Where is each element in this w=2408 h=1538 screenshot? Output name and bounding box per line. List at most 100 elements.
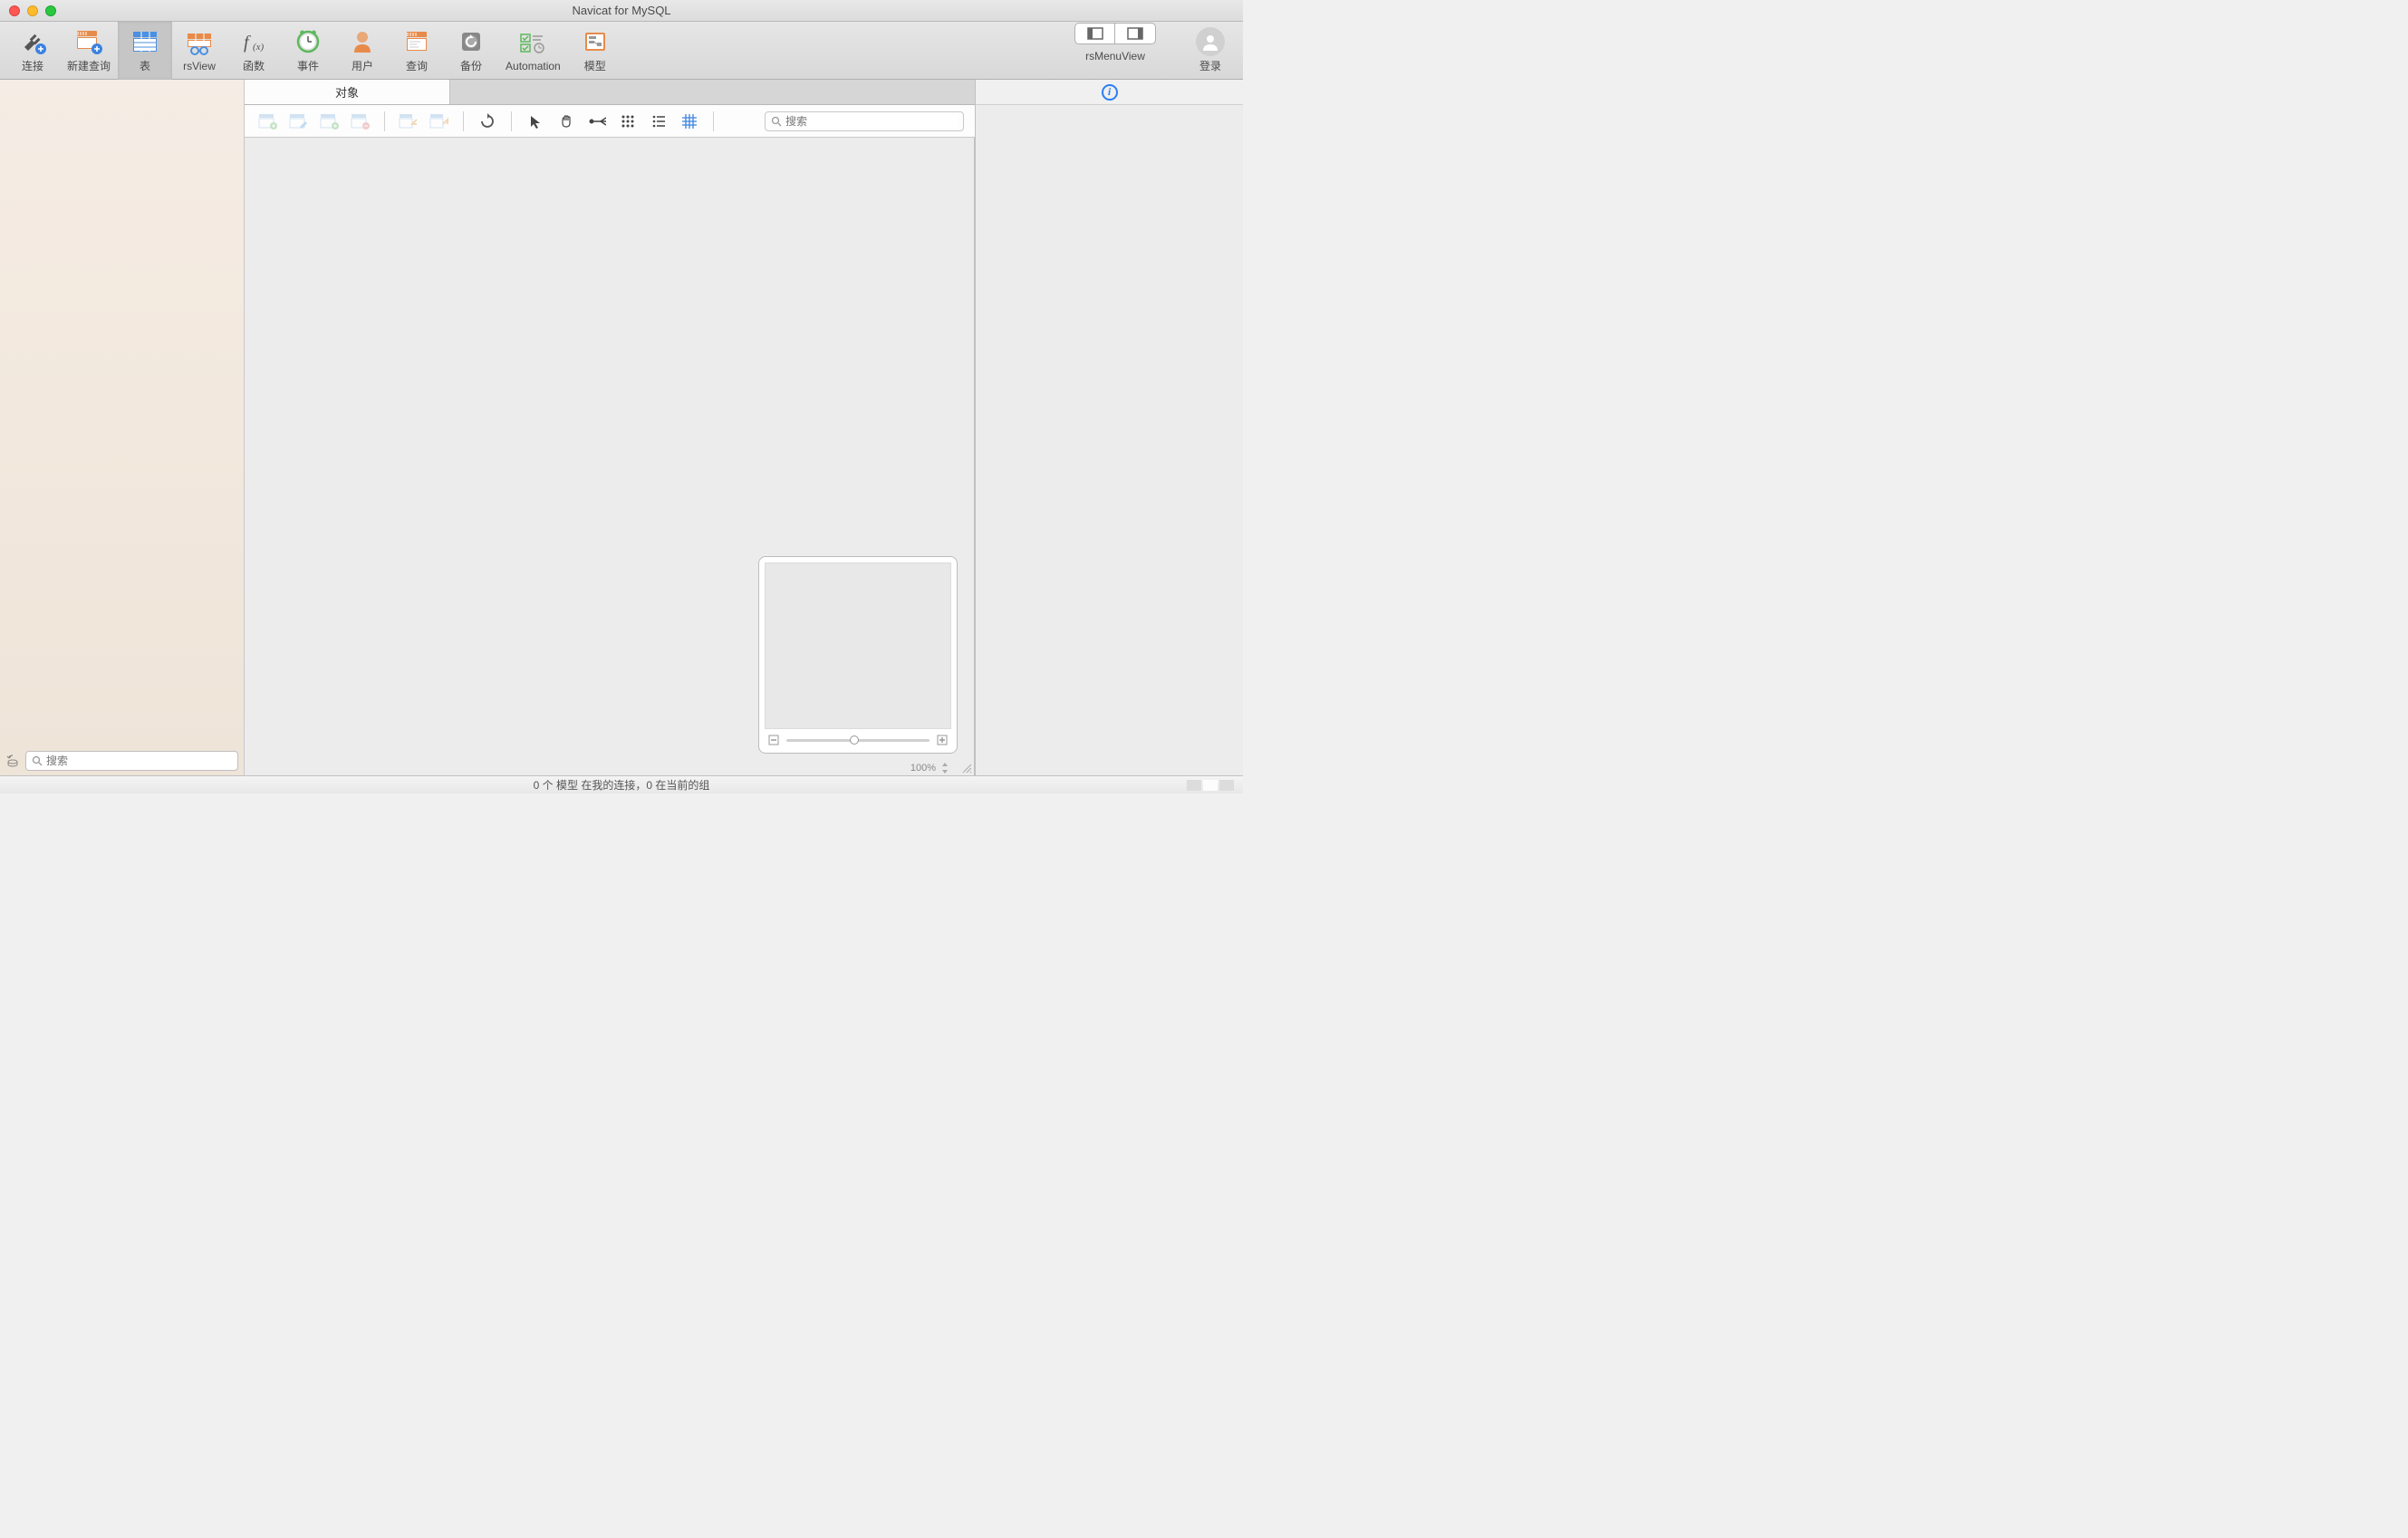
zoom-percent: 100%	[910, 763, 936, 774]
status-text: 0 个 模型 在我的连接，0 在当前的组	[534, 777, 710, 793]
zoom-slider-thumb[interactable]	[850, 735, 859, 745]
clock-icon	[295, 27, 321, 56]
export-icon	[429, 112, 449, 130]
grid-icon	[682, 114, 697, 129]
function-icon: f (x)	[240, 27, 267, 56]
hand-icon	[559, 114, 573, 129]
plug-icon	[19, 27, 46, 56]
edit-table-button[interactable]	[286, 111, 312, 132]
query-label: 查询	[406, 58, 428, 73]
connection-button[interactable]: 连接	[5, 22, 60, 80]
login-label: 登录	[1199, 58, 1221, 73]
resize-grip-icon[interactable]	[961, 763, 972, 774]
right-panel-toggle[interactable]	[1115, 24, 1155, 43]
table-plus-icon	[320, 112, 340, 130]
zoom-slider[interactable]	[786, 739, 929, 742]
view-icon	[186, 29, 213, 58]
event-button[interactable]: 事件	[281, 22, 335, 80]
model-button[interactable]: 模型	[568, 22, 622, 80]
panel-toggle-segmented	[1074, 23, 1156, 44]
new-table-button[interactable]	[255, 111, 281, 132]
user-icon	[351, 27, 374, 56]
erd-canvas[interactable]: 100%	[245, 138, 975, 775]
sync-icon[interactable]	[5, 754, 20, 768]
new-query-icon	[75, 27, 102, 56]
info-panel: i	[975, 80, 1243, 775]
grid-view-dots-button[interactable]	[615, 111, 641, 132]
backup-label: 备份	[460, 58, 482, 73]
object-search-input[interactable]	[785, 115, 958, 128]
avatar-icon	[1196, 27, 1225, 56]
close-button[interactable]	[9, 5, 20, 16]
pointer-icon	[529, 114, 542, 129]
minimap[interactable]	[758, 556, 958, 754]
new-table-plus-button[interactable]	[317, 111, 342, 132]
automation-icon	[519, 29, 546, 58]
table-delete-icon	[351, 112, 371, 130]
list-view-button[interactable]	[646, 111, 671, 132]
rsview-label: rsView	[183, 60, 216, 72]
refresh-icon	[479, 113, 496, 130]
table-label: 表	[140, 58, 150, 73]
function-label: 函数	[243, 58, 265, 73]
user-label: 用户	[352, 58, 373, 73]
zoom-in-icon[interactable]	[937, 735, 948, 745]
import-icon	[399, 112, 419, 130]
minimap-viewport[interactable]	[765, 562, 951, 729]
main-panel: 对象	[245, 80, 975, 775]
table-button[interactable]: 表	[118, 22, 172, 80]
info-content	[976, 105, 1243, 775]
user-button[interactable]: 用户	[335, 22, 390, 80]
left-search-input[interactable]	[46, 755, 232, 767]
function-button[interactable]: f (x) 函数	[226, 22, 281, 80]
table-add-icon	[258, 112, 278, 130]
relation-tool-button[interactable]	[584, 111, 610, 132]
search-icon	[771, 116, 782, 127]
refresh-button[interactable]	[475, 111, 500, 132]
automation-label: Automation	[506, 60, 561, 72]
query-icon	[404, 27, 429, 56]
erd-view-button[interactable]	[677, 111, 702, 132]
titlebar: Navicat for MySQL	[0, 0, 1243, 22]
grid-dots-icon	[621, 115, 634, 128]
status-bar: 0 个 模型 在我的连接，0 在当前的组	[0, 775, 1243, 793]
maximize-button[interactable]	[45, 5, 56, 16]
list-icon	[652, 115, 665, 128]
backup-button[interactable]: 备份	[444, 22, 498, 80]
event-label: 事件	[297, 58, 319, 73]
automation-button[interactable]: Automation	[498, 22, 568, 80]
relation-icon	[588, 115, 606, 128]
table-edit-icon	[289, 112, 309, 130]
connection-label: 连接	[22, 58, 43, 73]
query-button[interactable]: 查询	[390, 22, 444, 80]
connection-tree-panel	[0, 80, 245, 775]
connection-tree[interactable]	[0, 80, 244, 746]
svg-text:f: f	[244, 33, 251, 53]
pointer-tool-button[interactable]	[523, 111, 548, 132]
search-icon	[32, 755, 43, 766]
new-query-button[interactable]: 新建查询	[60, 22, 118, 80]
zoom-out-icon[interactable]	[768, 735, 779, 745]
rsmenuview-label: rsMenuView	[1085, 50, 1145, 62]
left-panel-toggle[interactable]	[1075, 24, 1115, 43]
export-button[interactable]	[427, 111, 452, 132]
object-toolbar	[245, 105, 975, 138]
backup-icon	[458, 27, 484, 56]
tab-objects[interactable]: 对象	[245, 80, 450, 104]
model-label: 模型	[584, 58, 606, 73]
login-button[interactable]: 登录	[1183, 22, 1238, 80]
import-button[interactable]	[396, 111, 421, 132]
main-toolbar: 连接 新建查询	[0, 22, 1243, 80]
info-icon[interactable]: i	[1102, 84, 1118, 101]
window-title: Navicat for MySQL	[572, 4, 670, 17]
stepper-icon[interactable]	[941, 763, 949, 774]
left-search-box[interactable]	[25, 751, 238, 771]
tab-objects-label: 对象	[335, 83, 359, 101]
right-panel-icon	[1127, 27, 1143, 40]
table-icon	[131, 27, 159, 56]
delete-table-button[interactable]	[348, 111, 373, 132]
hand-tool-button[interactable]	[554, 111, 579, 132]
minimize-button[interactable]	[27, 5, 38, 16]
object-search-box[interactable]	[765, 111, 964, 131]
rsview-button[interactable]: rsView	[172, 22, 226, 80]
